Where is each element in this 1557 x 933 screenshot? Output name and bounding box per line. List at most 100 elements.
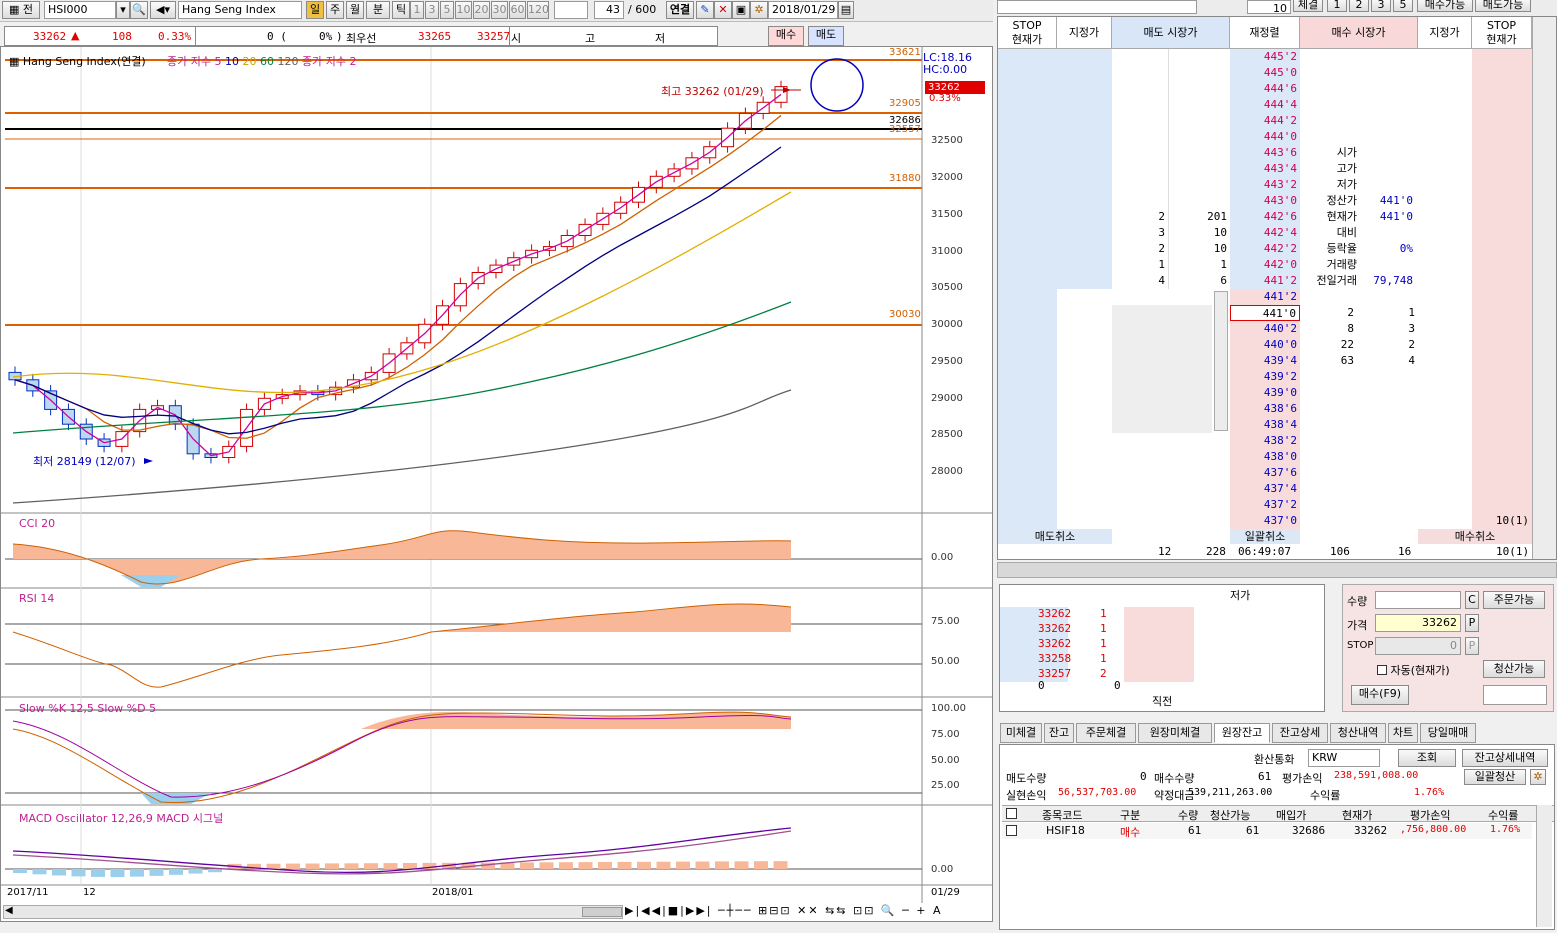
ob-upper-row[interactable]: 444'6 bbox=[998, 81, 1556, 97]
tab-4[interactable]: 원장잔고 bbox=[1214, 723, 1270, 743]
qty-preset-5[interactable]: 5 bbox=[1393, 0, 1413, 12]
orderbook-account-field[interactable] bbox=[997, 0, 1197, 14]
tab-0[interactable]: 미체결 bbox=[1000, 723, 1042, 743]
ob-lower-row[interactable]: 440'2 8 3 bbox=[998, 321, 1556, 337]
cancel-all-button[interactable]: 일괄취소 bbox=[1230, 529, 1300, 544]
ob-upper-row[interactable]: 3 10 442'4 대비 bbox=[998, 225, 1556, 241]
price-chart[interactable] bbox=[1, 47, 992, 921]
row-checkbox[interactable] bbox=[1006, 825, 1017, 836]
currency-select[interactable]: KRW bbox=[1308, 749, 1380, 767]
ob-lower-row[interactable]: 438'4 bbox=[998, 417, 1556, 433]
tab-7[interactable]: 차트 bbox=[1388, 723, 1418, 743]
save-icon[interactable]: ▣ bbox=[732, 1, 750, 19]
ob-upper-row[interactable]: 444'0 bbox=[998, 129, 1556, 145]
tool-icon-a[interactable]: ✎ bbox=[696, 1, 714, 19]
period-button[interactable]: 일 bbox=[306, 1, 324, 19]
ob-lower-row[interactable]: 441'0 2 1 bbox=[998, 305, 1556, 321]
sound-button[interactable]: ◀▾ bbox=[150, 1, 176, 19]
order-avail-button[interactable]: 주문가능 bbox=[1483, 591, 1545, 609]
symbol-search-button[interactable]: 🔍 bbox=[130, 1, 148, 19]
auto-price-checkbox[interactable]: 자동(현재가) bbox=[1377, 662, 1450, 678]
view-toggle-button[interactable]: ▦ 전 bbox=[2, 1, 40, 19]
ob-upper-row[interactable]: 2 201 442'6 현재가 441'0 bbox=[998, 209, 1556, 225]
ob-upper-row[interactable]: 445'2 bbox=[998, 49, 1556, 65]
liquidate-settings-icon[interactable]: ✲ bbox=[1530, 769, 1546, 785]
ob-upper-row[interactable]: 445'0 bbox=[998, 65, 1556, 81]
ob-header-buy-market[interactable]: 매수 시장가 bbox=[1300, 17, 1418, 49]
date-input[interactable]: 2018/01/29 bbox=[768, 1, 838, 19]
ob-upper-row[interactable]: 1 1 442'0 거래량 bbox=[998, 257, 1556, 273]
ob-header-stop-right[interactable]: STOP 현재가 bbox=[1472, 17, 1532, 49]
select-all-checkbox[interactable] bbox=[1006, 808, 1017, 819]
symbol-dropdown-button[interactable]: ▾ bbox=[116, 1, 130, 19]
qty-preset-3[interactable]: 3 bbox=[1371, 0, 1391, 12]
ob-scrollbar[interactable] bbox=[1214, 291, 1228, 431]
minute-step-button[interactable]: 10 bbox=[455, 1, 472, 19]
settings-gear-icon[interactable]: ✲ bbox=[750, 1, 768, 19]
liquidation-avail-button[interactable]: 청산가능 bbox=[1483, 660, 1545, 678]
scroll-thumb[interactable] bbox=[582, 907, 622, 917]
ob-upper-row[interactable]: 4 6 441'2 전일거래 79,748 bbox=[998, 273, 1556, 289]
calendar-icon[interactable]: ▤ bbox=[838, 1, 854, 19]
period-button[interactable]: 주 bbox=[326, 1, 344, 19]
ob-lower-row[interactable]: 440'0 22 2 bbox=[998, 337, 1556, 353]
buy-button[interactable]: 매수 bbox=[768, 26, 804, 46]
sell-available-button[interactable]: 매도가능 bbox=[1475, 0, 1531, 12]
ob-lower-row[interactable]: 439'4 63 4 bbox=[998, 353, 1556, 369]
cancel-buy-button[interactable]: 매수취소 bbox=[1418, 529, 1532, 544]
orderbook-mode-label[interactable]: 체결 bbox=[1293, 0, 1323, 12]
ob-lower-row[interactable]: 437'0 10(1) bbox=[998, 513, 1556, 529]
tab-2[interactable]: 주문체결 bbox=[1076, 723, 1136, 743]
ob-lower-row[interactable]: 437'4 bbox=[998, 481, 1556, 497]
ob-upper-row[interactable]: 443'4 고가 bbox=[998, 161, 1556, 177]
ob-lower-row[interactable]: 438'0 bbox=[998, 449, 1556, 465]
sell-button[interactable]: 매도 bbox=[808, 26, 844, 46]
query-button[interactable]: 조회 bbox=[1398, 749, 1456, 767]
ob-header-sort[interactable]: 재정렬 bbox=[1230, 17, 1300, 49]
minute-step-button[interactable]: 5 bbox=[440, 1, 454, 19]
ob-upper-row[interactable]: 443'0 정산가 441'0 bbox=[998, 193, 1556, 209]
tab-1[interactable]: 잔고 bbox=[1044, 723, 1074, 743]
stop-input[interactable]: 0 bbox=[1375, 637, 1461, 655]
minute-step-button[interactable]: 30 bbox=[491, 1, 508, 19]
period-button[interactable]: 월 bbox=[346, 1, 364, 19]
scroll-left-icon[interactable]: ◀ bbox=[5, 905, 13, 916]
cancel-sell-button[interactable]: 매도취소 bbox=[998, 529, 1112, 544]
ob-lower-row[interactable]: 441'2 bbox=[998, 289, 1556, 305]
ob-lower-row[interactable]: 438'2 bbox=[998, 433, 1556, 449]
tab-6[interactable]: 청산내역 bbox=[1330, 723, 1386, 743]
minute-step-button[interactable]: 1 bbox=[410, 1, 424, 19]
tool-icon-b[interactable]: ✕ bbox=[714, 1, 732, 19]
chart-nav-tools[interactable]: ▶|◀◀|■|▶▶| ─┼── ⊞⊟⊡ ✕✕ ⇆⇆ ⊡⊡ 🔍 ─ + A bbox=[625, 904, 943, 917]
period-button[interactable]: 분 bbox=[366, 1, 390, 19]
stop-p-button[interactable]: P bbox=[1465, 637, 1479, 655]
orderbook[interactable]: STOP 현재가 지정가 매도 시장가 재정렬 매수 시장가 지정가 STOP 현재… bbox=[997, 16, 1557, 560]
ob-upper-row[interactable]: 443'6 시가 bbox=[998, 145, 1556, 161]
order-extra-field[interactable] bbox=[1483, 685, 1547, 705]
tab-5[interactable]: 잔고상세 bbox=[1272, 723, 1328, 743]
qty-clear-button[interactable]: C bbox=[1465, 591, 1479, 609]
minute-step-button[interactable]: 3 bbox=[425, 1, 439, 19]
orderbook-qty-input[interactable]: 10 bbox=[1247, 0, 1291, 14]
panel-splitter[interactable] bbox=[997, 562, 1557, 578]
ob-upper-row[interactable]: 444'2 bbox=[998, 113, 1556, 129]
ob-lower-row[interactable]: 439'0 bbox=[998, 385, 1556, 401]
ob-lower-row[interactable]: 438'6 bbox=[998, 401, 1556, 417]
minute-step-button[interactable]: 20 bbox=[473, 1, 490, 19]
liquidate-all-button[interactable]: 일괄청산 bbox=[1464, 769, 1526, 785]
ob-upper-row[interactable]: 444'4 bbox=[998, 97, 1556, 113]
period-button[interactable]: 틱 bbox=[392, 1, 410, 19]
tab-8[interactable]: 당일매매 bbox=[1420, 723, 1476, 743]
balance-detail-button[interactable]: 잔고상세내역 bbox=[1462, 749, 1548, 767]
qty-preset-2[interactable]: 2 bbox=[1349, 0, 1369, 12]
price-input[interactable]: 33262 bbox=[1375, 614, 1461, 632]
ob-lower-row[interactable]: 437'6 bbox=[998, 465, 1556, 481]
interval-spin[interactable] bbox=[554, 1, 588, 19]
symbol-code-input[interactable]: HSI000 bbox=[44, 1, 116, 19]
ob-right-scrollbar[interactable] bbox=[1532, 17, 1556, 559]
balance-scrollbar[interactable] bbox=[1536, 805, 1552, 927]
buy-available-button[interactable]: 매수가능 bbox=[1417, 0, 1473, 12]
minute-step-button[interactable]: 120 bbox=[527, 1, 549, 19]
ob-lower-row[interactable]: 439'2 bbox=[998, 369, 1556, 385]
ob-header-sell-market[interactable]: 매도 시장가 bbox=[1112, 17, 1230, 49]
